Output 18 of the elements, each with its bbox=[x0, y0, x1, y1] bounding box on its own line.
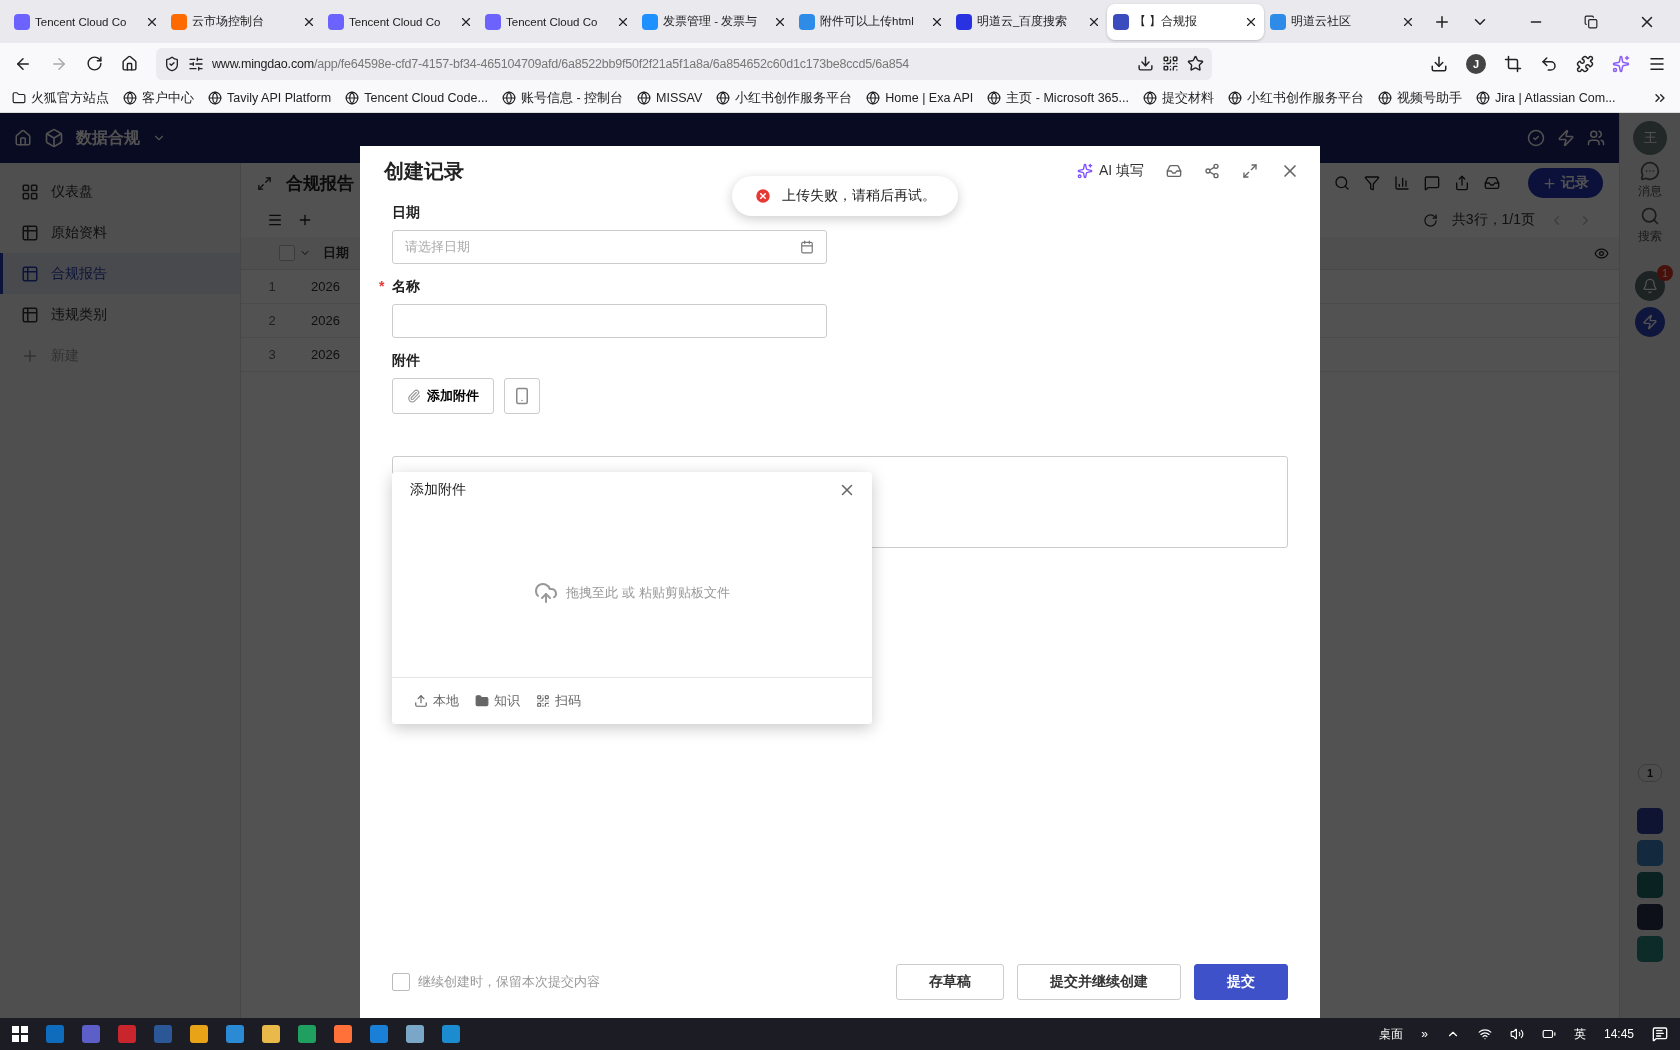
field-label: 日期 bbox=[392, 204, 420, 220]
popup-title: 添加附件 bbox=[410, 481, 466, 499]
drop-hint: 拖拽至此 或 粘贴剪贴板文件 bbox=[566, 583, 730, 602]
notification-badge: 1 bbox=[1657, 265, 1673, 281]
toast-message: 上传失败，请稍后再试。 bbox=[782, 187, 936, 205]
table-cell: 2026 bbox=[311, 347, 340, 362]
clock: 14:45 bbox=[1603, 1027, 1634, 1041]
app-name: 数据合规 bbox=[76, 127, 140, 148]
field-label: 附件 bbox=[392, 352, 420, 368]
column-header: 日期 bbox=[323, 244, 349, 262]
view-title: 合规报告 bbox=[286, 172, 354, 195]
field-label: 名称 bbox=[392, 278, 420, 294]
pagination-text: 共3行，1/1页 bbox=[1451, 211, 1535, 229]
required-mark: * bbox=[379, 278, 385, 294]
table-cell: 2026 bbox=[311, 279, 340, 294]
table-cell: 2026 bbox=[311, 313, 340, 328]
dialog-title: 创建记录 bbox=[384, 158, 464, 184]
page-indicator: 1 bbox=[1638, 764, 1662, 782]
